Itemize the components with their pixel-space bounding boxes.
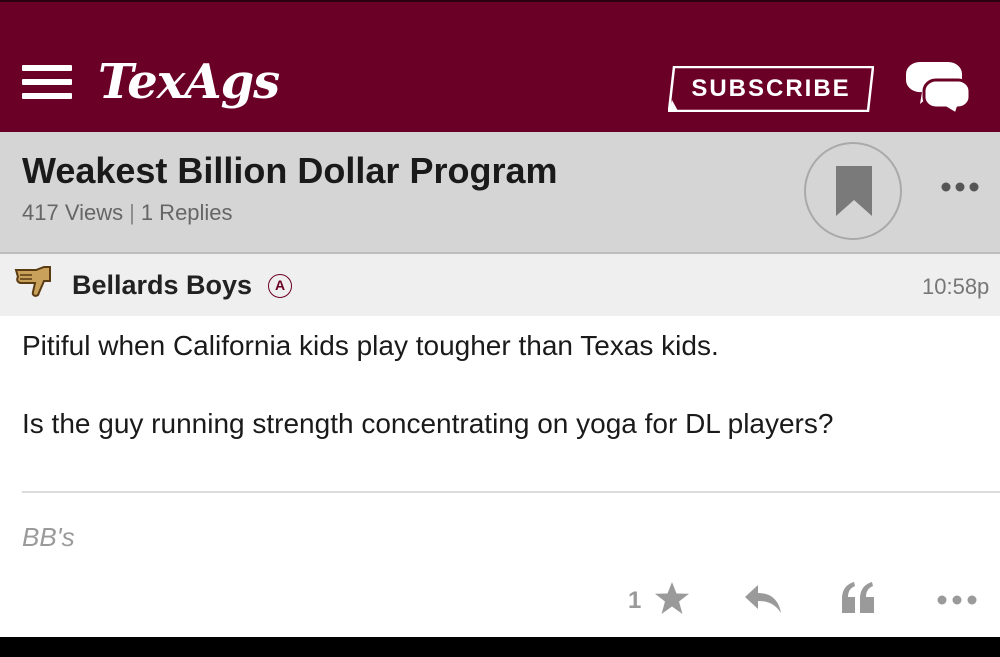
post-actions: 1 [0,575,1000,625]
chat-bubbles-icon[interactable] [902,60,972,117]
replies-count: 1 Replies [140,200,233,225]
post-text-line: Is the guy running strength concentratin… [22,408,834,439]
post-text-line: Pitiful when California kids play toughe… [22,330,719,361]
texags-logo[interactable]: TexAgs [98,54,280,110]
app-header: TexAgs SUBSCRIBE [0,0,1000,132]
subscribe-label: SUBSCRIBE [691,75,851,102]
post-signature: BB's [22,522,75,552]
meta-separator: | [129,200,135,225]
author-name[interactable]: Bellards Boys [72,270,252,301]
topic-header: Weakest Billion Dollar Program 417 Views… [0,132,1000,254]
app-frame: TexAgs SUBSCRIBE Weakest Billion Dollar … [0,0,1000,637]
views-count: 417 Views [22,200,124,225]
subscribe-button[interactable]: SUBSCRIBE [668,66,874,112]
thumbs-down-avatar-icon[interactable] [14,266,54,298]
quote-icon[interactable] [840,581,876,615]
topic-meta: 417 Views | 1 Replies [22,200,233,226]
bookmark-button[interactable] [804,142,902,240]
star-icon[interactable] [654,581,690,615]
reply-icon[interactable] [744,583,782,615]
post-timestamp: 10:58p [922,274,990,299]
post-author-row: Bellards Boys A 10:58p [0,254,1000,316]
hamburger-menu-icon[interactable] [22,65,72,101]
author-badge: A [268,274,292,298]
like-count: 1 [628,587,642,614]
more-dots-icon[interactable] [936,593,978,607]
signature-divider [22,491,1000,493]
bookmark-icon [836,166,872,216]
more-dots-icon[interactable] [940,177,980,197]
topic-title: Weakest Billion Dollar Program [22,150,558,191]
